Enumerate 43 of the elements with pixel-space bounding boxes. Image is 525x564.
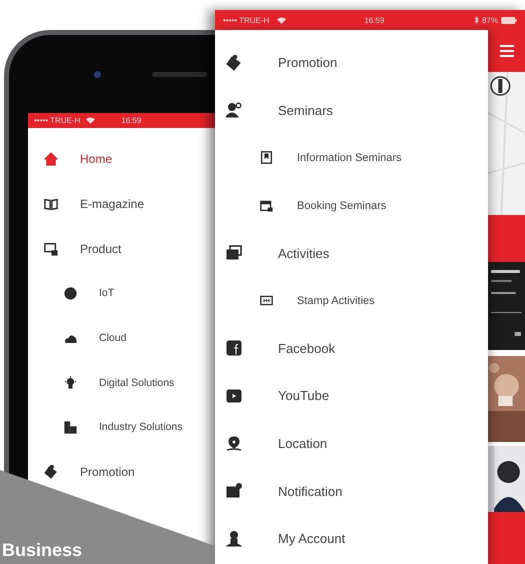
- play-icon: [226, 388, 242, 404]
- speaker-icon: [152, 72, 207, 77]
- menu-item[interactable]: YouTube: [215, 372, 488, 420]
- calendar-icon: [260, 199, 273, 212]
- menu-item[interactable]: Information Seminars: [215, 134, 488, 182]
- person-icon: [226, 530, 242, 547]
- people-icon: [226, 102, 242, 118]
- circle-icon: [64, 286, 77, 300]
- windows-icon: [226, 245, 242, 262]
- bulb-icon: [64, 376, 77, 390]
- menu-item[interactable]: Booking Seminars: [215, 182, 488, 230]
- building-icon: [64, 420, 77, 434]
- time-label: 16:59: [364, 16, 384, 24]
- wifi-icon: [277, 16, 286, 24]
- home-icon: [44, 152, 58, 166]
- monitor-icon: [44, 242, 58, 256]
- banner-band: [488, 215, 525, 262]
- menu-item[interactable]: Notification: [215, 467, 488, 515]
- pin-icon: [226, 436, 242, 452]
- wifi-icon: [86, 117, 96, 124]
- menu-item[interactable]: Activities: [215, 229, 488, 277]
- carrier-label: ••••• TRUE-H: [34, 116, 80, 125]
- footer-bar: [488, 512, 525, 564]
- banner-title: Business: [2, 540, 82, 561]
- camera-icon: [94, 71, 101, 78]
- battery-label: 87%: [482, 16, 498, 24]
- menu-icon[interactable]: [500, 45, 514, 57]
- menu-item[interactable]: Location: [215, 420, 488, 468]
- tag-icon: [44, 465, 58, 480]
- book-icon: [44, 197, 58, 212]
- bookmark-icon: [260, 151, 273, 164]
- carrier-label: ••••• TRUE-H: [223, 16, 270, 24]
- time-label: 16:59: [121, 116, 142, 125]
- grid-icon: [260, 294, 273, 308]
- menu-item[interactable]: My Account: [215, 514, 488, 563]
- facebook-icon: [226, 340, 242, 356]
- battery-icon: [501, 16, 517, 24]
- bluetooth-icon: [474, 16, 479, 24]
- menu-item[interactable]: Promotion: [215, 39, 488, 87]
- menu-item[interactable]: Facebook: [215, 324, 488, 372]
- menu-item[interactable]: Seminars: [215, 86, 488, 134]
- tag-icon: [226, 54, 242, 71]
- menu-item[interactable]: Stamp Activities: [215, 276, 488, 325]
